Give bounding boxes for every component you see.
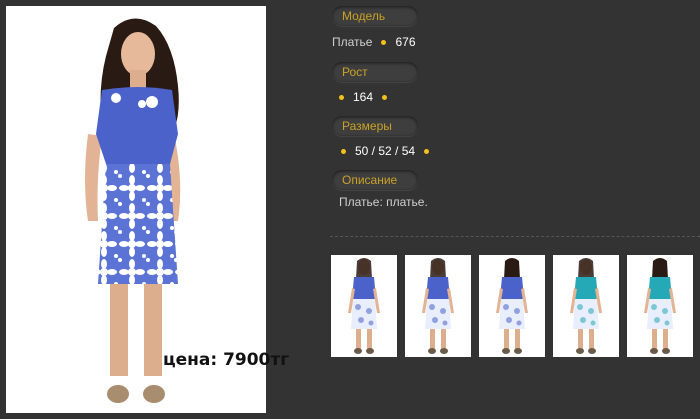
sizes-heading: Размеры <box>332 116 418 136</box>
thumbnail-3[interactable] <box>479 255 545 357</box>
bullet-icon <box>382 94 388 100</box>
divider <box>330 236 700 237</box>
thumbnail-figure-image <box>422 258 454 354</box>
height-value: 164 <box>353 90 374 104</box>
thumbnail-figure-image <box>644 258 676 354</box>
height-heading: Рост <box>332 62 418 82</box>
description-heading: Описание <box>332 170 418 190</box>
model-heading: Модель <box>332 6 418 26</box>
bullet-icon <box>341 148 346 154</box>
bullet-icon <box>339 94 344 100</box>
thumbnail-2[interactable] <box>405 255 471 357</box>
price-label: цена: 7900тг <box>163 350 290 370</box>
sizes-value: 50 / 52 / 54 <box>355 144 416 158</box>
model-value-row: Платье 676 <box>332 35 416 49</box>
sizes-value-row: 50 / 52 / 54 <box>341 144 430 158</box>
thumbnail-figure-image <box>496 258 528 354</box>
thumbnail-4[interactable] <box>553 255 619 357</box>
model-number: 676 <box>395 35 416 49</box>
thumbnail-1[interactable] <box>331 255 397 357</box>
bullet-icon <box>381 39 387 45</box>
description-text: Платье: платье. <box>339 195 428 209</box>
bullet-icon <box>424 148 430 154</box>
height-value-row: 164 <box>339 90 388 104</box>
model-prefix: Платье <box>332 35 373 49</box>
thumbnail-5[interactable] <box>627 255 693 357</box>
thumbnail-figure-image <box>570 258 602 354</box>
main-product-photo[interactable]: цена: 7900тг <box>6 6 289 413</box>
thumbnail-figure-image <box>348 258 380 354</box>
